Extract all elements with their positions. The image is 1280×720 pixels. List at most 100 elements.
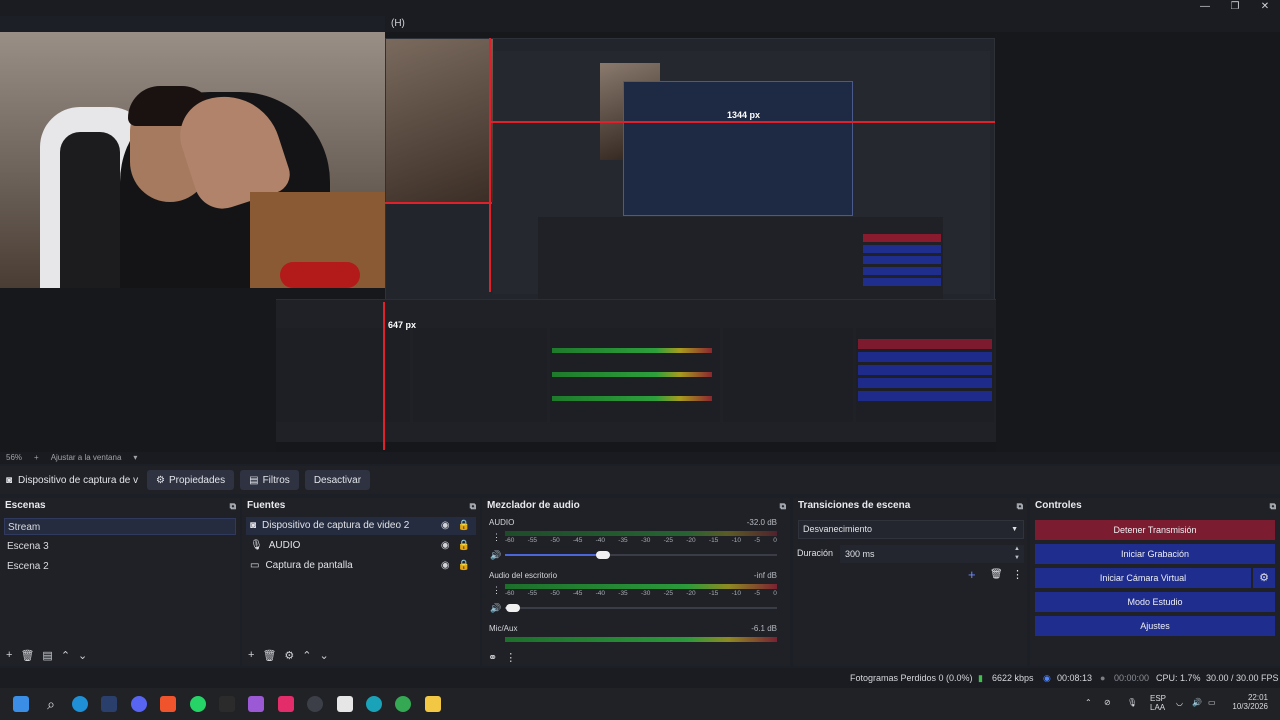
capcut-icon[interactable] — [278, 696, 294, 712]
undock-icon[interactable]: ⧉ — [470, 498, 476, 514]
copilot-icon[interactable] — [248, 696, 264, 712]
preview-canvas[interactable]: 1344 px 647 px — [0, 32, 1280, 459]
add-transition-icon[interactable]: + — [968, 567, 976, 582]
add-icon[interactable]: + — [248, 649, 254, 661]
meter-tick-label: -30 — [640, 590, 651, 597]
chevron-up-icon[interactable]: ⌃ — [1085, 698, 1092, 707]
windows-start-icon[interactable] — [13, 696, 29, 712]
filter-icon[interactable]: ▤ — [42, 649, 52, 662]
obs-icon[interactable] — [307, 696, 323, 712]
lock-icon[interactable]: 🔒 — [458, 537, 470, 555]
undock-icon[interactable]: ⧉ — [230, 498, 236, 514]
meter-tick-label: -45 — [572, 590, 583, 597]
app-icon[interactable] — [366, 696, 382, 712]
scene-item-stream[interactable]: Stream — [4, 518, 236, 535]
speaker-icon[interactable]: 🔊 — [490, 550, 501, 561]
volume-slider[interactable] — [505, 551, 777, 559]
up-arrow-icon[interactable]: ⌃ — [61, 649, 70, 662]
camera-icon: ◙ — [250, 520, 257, 531]
down-arrow-icon[interactable]: ⌄ — [78, 649, 87, 662]
zoom-bar: 56% + Ajustar a la ventana ▾ — [0, 452, 1280, 464]
start-recording-button[interactable]: Iniciar Grabación — [1035, 544, 1275, 564]
transition-select[interactable]: Desvanecimiento ▼ — [798, 520, 1024, 539]
minimize-button[interactable]: — — [1190, 0, 1220, 14]
filter-icon: ▤ — [249, 474, 259, 486]
scene-item-escena-2[interactable]: Escena 2 — [4, 558, 236, 575]
spin-arrows-icon[interactable]: ▲ ▼ — [1014, 545, 1020, 563]
discord-icon[interactable] — [131, 696, 147, 712]
slider-knob[interactable] — [506, 604, 521, 612]
battery-icon[interactable]: ▭ — [1208, 698, 1216, 707]
filters-button[interactable]: ▤ Filtros — [240, 470, 299, 490]
chevron-down-icon[interactable]: ▾ — [133, 452, 137, 464]
start-virtual-camera-button[interactable]: Iniciar Cámara Virtual — [1035, 568, 1251, 588]
undock-icon[interactable]: ⧉ — [780, 498, 786, 514]
studio-mode-button[interactable]: Modo Estudio — [1035, 592, 1275, 612]
meter-tick-label: -25 — [663, 537, 673, 544]
clock[interactable]: 22:01 10/3/2026 — [1228, 693, 1268, 711]
eye-icon[interactable]: ◉ — [441, 537, 450, 555]
speaker-icon[interactable]: 🔊 — [490, 603, 501, 614]
down-arrow-icon[interactable]: ⌄ — [320, 649, 329, 662]
source-item-audio[interactable]: 🎙 AUDIO ◉ 🔒 — [246, 537, 476, 555]
undock-icon[interactable]: ⧉ — [1270, 498, 1276, 514]
volume-icon[interactable]: 🔊 — [1192, 698, 1202, 707]
brave-icon[interactable] — [160, 696, 176, 712]
up-arrow-icon[interactable]: ⌃ — [302, 649, 311, 662]
edge-icon[interactable] — [72, 696, 88, 712]
slider-knob[interactable] — [595, 551, 610, 559]
microphone-icon[interactable]: 🎙 — [1127, 698, 1137, 707]
fit-to-window[interactable]: Ajustar a la ventana — [51, 452, 122, 464]
whatsapp-icon[interactable] — [190, 696, 206, 712]
mixer-title: Mezclador de audio ⧉ — [482, 498, 790, 514]
zoom-percent[interactable]: 56% — [6, 452, 22, 464]
close-button[interactable]: ✕ — [1250, 0, 1280, 14]
gear-icon[interactable]: ⚙ — [284, 649, 294, 662]
add-icon[interactable]: + — [6, 649, 12, 661]
notes-icon[interactable] — [337, 696, 353, 712]
deactivate-button[interactable]: Desactivar — [304, 470, 371, 490]
scenes-title: Escenas ⧉ — [0, 498, 240, 514]
window-controls: — ❐ ✕ — [1190, 0, 1280, 14]
mixer-channel-audio: AUDIO -32.0 dB ⋮ -60 -55 -50 -45 -40 -35 -30 -2… — [489, 518, 777, 561]
link-icon[interactable]: ⚭ — [488, 651, 497, 664]
gear-icon[interactable]: ⚙ — [1253, 568, 1275, 588]
folder-icon[interactable] — [425, 696, 441, 712]
chrome-icon[interactable] — [395, 696, 411, 712]
dropped-frames: Fotogramas Perdidos 0 (0.0%) — [850, 673, 973, 683]
windows-taskbar: ⌕ ⌃ ⊘ 🎙 ESP LAA ◡ 🔊 ▭ 22:01 10/3/2026 — [0, 688, 1280, 720]
meter-ticks: -60 -55 -50 -45 -40 -35 -30 -25 -20 -15 -10 -5 0 — [505, 537, 777, 546]
settings-button[interactable]: Ajustes — [1035, 616, 1275, 636]
search-icon[interactable]: ⌕ — [43, 696, 59, 712]
more-icon[interactable]: ⋮ — [1012, 568, 1023, 581]
lock-icon[interactable]: 🔒 — [458, 517, 470, 535]
meter-tick-label: -5 — [754, 537, 760, 544]
meter-tick-label: -45 — [572, 537, 583, 544]
trash-icon[interactable]: 🗑 — [990, 569, 1003, 580]
duration-input[interactable]: 300 ms ▲ ▼ — [840, 545, 1024, 563]
steam-icon[interactable] — [101, 696, 117, 712]
source-item-video-capture[interactable]: ◙ Dispositivo de captura de video 2 ◉ 🔒 — [246, 517, 476, 535]
more-icon[interactable]: ⋮ — [505, 651, 516, 664]
scene-item-escena-3[interactable]: Escena 3 — [4, 538, 236, 555]
stop-stream-button[interactable]: Detener Transmisión — [1035, 520, 1275, 540]
lock-icon[interactable]: 🔒 — [458, 557, 470, 575]
eye-icon[interactable]: ◉ — [441, 517, 450, 535]
trash-icon[interactable]: 🗑 — [20, 649, 34, 662]
menu-help-peek[interactable]: (H) — [385, 16, 1280, 32]
zoom-in-button[interactable]: + — [34, 452, 39, 464]
maximize-button[interactable]: ❐ — [1220, 0, 1250, 14]
more-icon[interactable]: ⋮ — [492, 585, 501, 596]
undock-icon[interactable]: ⧉ — [1017, 498, 1023, 514]
trash-icon[interactable]: 🗑 — [262, 649, 276, 662]
more-icon[interactable]: ⋮ — [492, 532, 501, 543]
record-time: 00:00:00 — [1114, 673, 1150, 683]
wifi-icon[interactable]: ◡ — [1176, 698, 1183, 707]
network-off-icon[interactable]: ⊘ — [1104, 698, 1111, 707]
properties-button[interactable]: ⚙ Propiedades — [147, 470, 235, 490]
eye-icon[interactable]: ◉ — [441, 557, 450, 575]
language-indicator[interactable]: ESP LAA — [1150, 694, 1166, 712]
epic-games-icon[interactable] — [219, 696, 235, 712]
source-item-screen-capture[interactable]: ▭ Captura de pantalla ◉ 🔒 — [246, 557, 476, 575]
volume-slider[interactable] — [505, 604, 777, 612]
